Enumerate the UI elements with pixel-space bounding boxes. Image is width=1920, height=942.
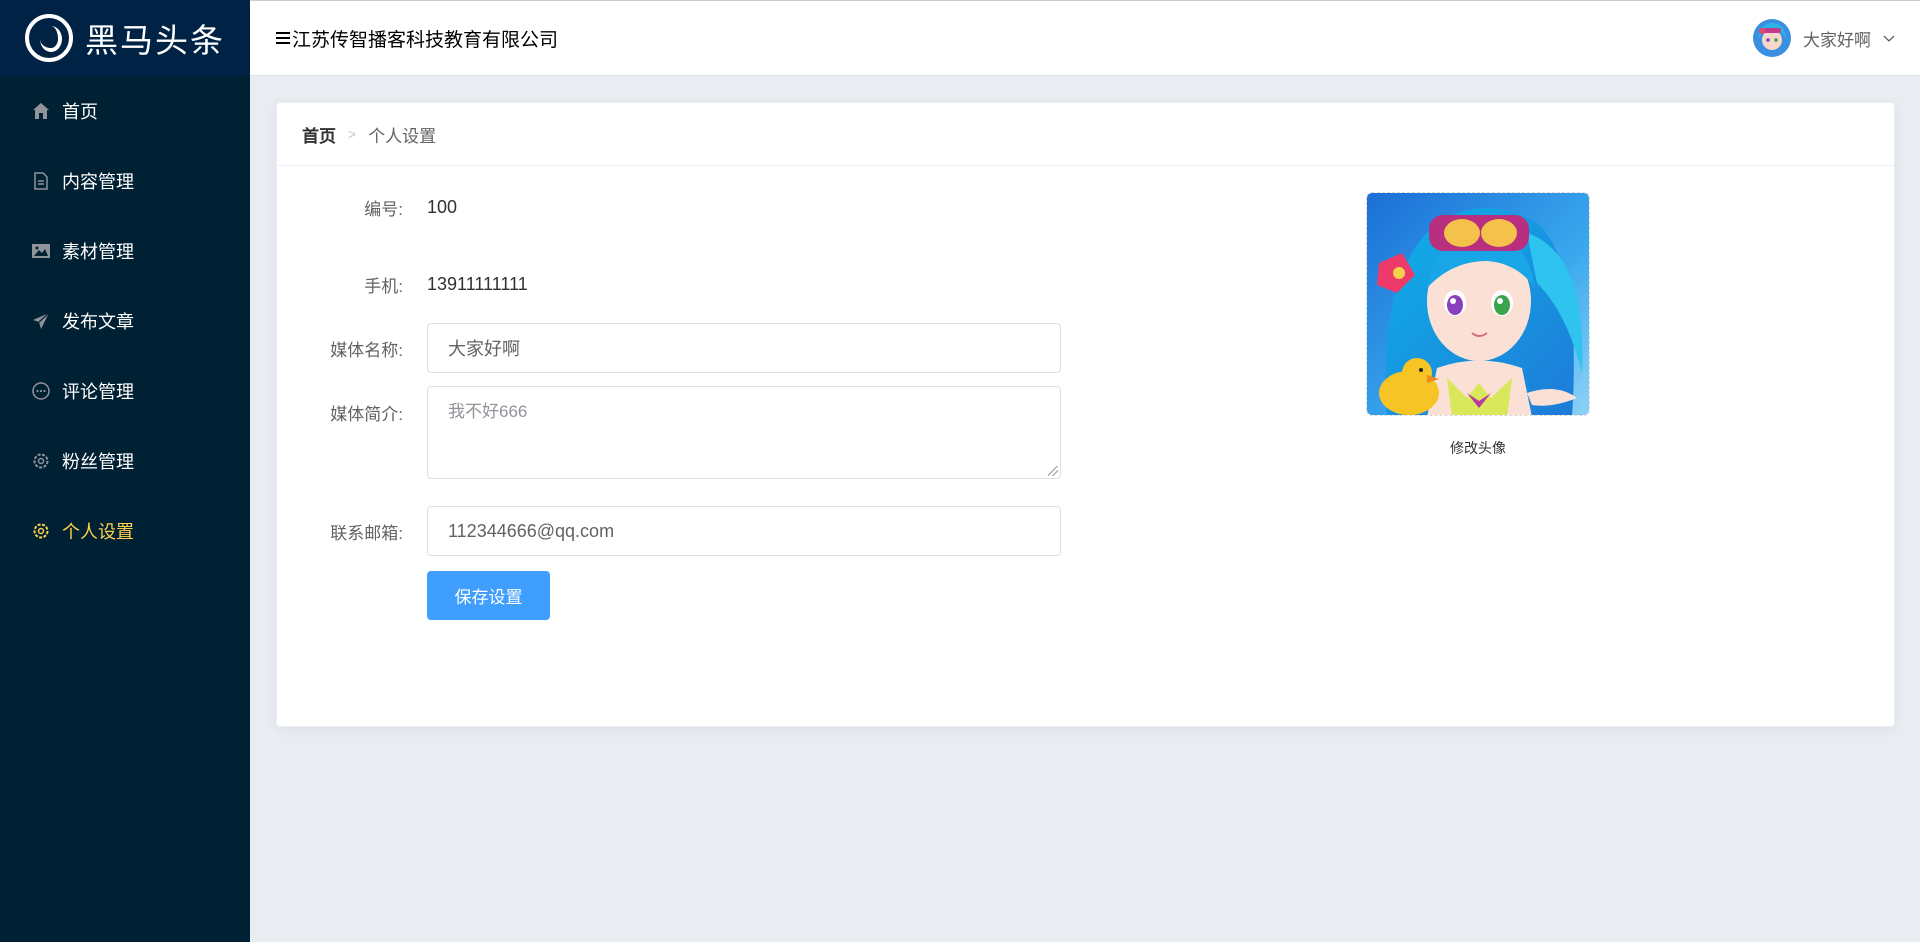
phone-label: 手机:	[364, 276, 403, 296]
breadcrumb-current: 个人设置	[368, 126, 437, 146]
chevron-down-icon	[1883, 35, 1895, 42]
id-value: 100	[427, 196, 458, 217]
sidebar-item-label: 评论管理	[62, 382, 134, 402]
gear-icon	[30, 450, 52, 472]
menu-fold-icon[interactable]	[276, 32, 290, 44]
breadcrumb-separator-icon: >	[348, 126, 357, 142]
email-label: 联系邮箱:	[330, 523, 403, 543]
logo[interactable]: 黑马头条	[0, 0, 250, 76]
image-icon	[30, 240, 52, 262]
send-icon	[30, 310, 52, 332]
avatar	[1753, 19, 1791, 57]
document-icon	[30, 170, 52, 192]
top-header: 江苏传智播客科技教育有限公司 大家好啊	[250, 0, 1920, 76]
sidebar-item-material[interactable]: 素材管理	[0, 216, 250, 286]
media-intro-textarea[interactable]: 我不好666	[427, 386, 1061, 479]
form-row-intro: 媒体简介: 我不好666	[277, 386, 1061, 479]
settings-icon	[30, 520, 52, 542]
breadcrumb: 首页 > 个人设置	[277, 103, 1894, 166]
sidebar-item-publish[interactable]: 发布文章	[0, 286, 250, 356]
sidebar-item-content[interactable]: 内容管理	[0, 146, 250, 216]
sidebar-menu: 首页 内容管理 素材管理 发布文章 评论管理 粉丝管理 个人设置	[0, 76, 250, 566]
media-name-input[interactable]: 大家好啊	[427, 323, 1061, 373]
form-row-id: 编号: 100	[277, 192, 457, 222]
media-intro-label: 媒体简介:	[330, 405, 403, 424]
logo-mark-icon	[25, 14, 73, 62]
avatar-uploader: 修改头像	[1366, 192, 1590, 458]
media-intro-text: 我不好666	[448, 402, 528, 421]
resize-handle-icon[interactable]	[1048, 466, 1058, 476]
media-name-label: 媒体名称:	[330, 340, 403, 360]
form-row-email: 联系邮箱: 112344666@qq.com	[277, 506, 1061, 556]
sidebar-item-comments[interactable]: 评论管理	[0, 356, 250, 426]
company-name: 江苏传智播客科技教育有限公司	[292, 29, 559, 51]
breadcrumb-home[interactable]: 首页	[302, 122, 336, 147]
sidebar-item-label: 素材管理	[62, 242, 134, 262]
id-label: 编号:	[364, 199, 403, 219]
user-dropdown[interactable]: 大家好啊	[1753, 19, 1895, 57]
sidebar-item-home[interactable]: 首页	[0, 76, 250, 146]
sidebar: 黑马头条 首页 内容管理 素材管理 发布文章 评论管理 粉丝管理 个人设置	[0, 0, 250, 942]
sidebar-item-label: 发布文章	[62, 312, 134, 332]
form-row-name: 媒体名称: 大家好啊	[277, 323, 1061, 373]
sidebar-item-label: 内容管理	[62, 172, 134, 192]
email-field[interactable]: 112344666@qq.com	[427, 506, 1061, 556]
form-row-actions: 保存设置	[277, 571, 550, 620]
profile-avatar-image[interactable]	[1366, 192, 1590, 416]
change-avatar-label[interactable]: 修改头像	[1366, 438, 1590, 458]
sidebar-item-fans[interactable]: 粉丝管理	[0, 426, 250, 496]
logo-text: 黑马头条	[85, 22, 225, 59]
save-button[interactable]: 保存设置	[427, 571, 550, 620]
home-icon	[30, 100, 52, 122]
sidebar-item-label: 个人设置	[62, 522, 134, 542]
comment-icon	[30, 380, 52, 402]
sidebar-item-label: 粉丝管理	[62, 452, 134, 472]
user-name: 大家好啊	[1803, 30, 1871, 50]
sidebar-item-label: 首页	[62, 102, 98, 122]
form-row-phone: 手机: 13911111111	[277, 269, 528, 299]
phone-value: 13911111111	[427, 273, 528, 294]
sidebar-item-settings[interactable]: 个人设置	[0, 496, 250, 566]
settings-card: 首页 > 个人设置 编号: 100 手机: 13911111111 媒体名称: …	[276, 102, 1895, 727]
